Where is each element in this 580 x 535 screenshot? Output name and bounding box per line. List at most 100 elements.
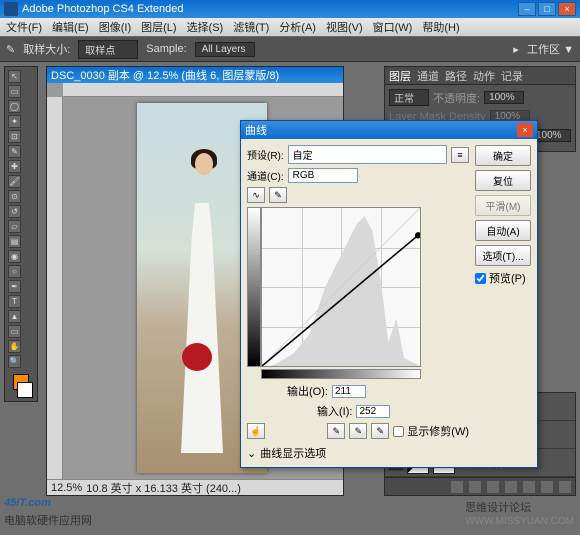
curves-titlebar[interactable]: 曲线 ×: [241, 121, 537, 139]
channel-select[interactable]: RGB: [288, 168, 358, 183]
target-adjust-icon[interactable]: ☝: [247, 423, 265, 439]
menu-select[interactable]: 选择(S): [187, 19, 224, 35]
panel-collapse-icon[interactable]: ▸: [509, 42, 523, 56]
adjustment-icon[interactable]: [505, 481, 517, 493]
menu-edit[interactable]: 编辑(E): [52, 19, 89, 35]
fx-icon[interactable]: [469, 481, 481, 493]
watermark-left: 45iT.com 电脑软硬件应用网: [4, 493, 92, 529]
opacity-label: 不透明度:: [433, 90, 480, 106]
tab-channels[interactable]: 通道: [417, 68, 439, 84]
watermark-right: 思维设计论坛 WWW.MISSYUAN.COM: [465, 499, 574, 527]
curves-dialog: 曲线 × 预设(R): 自定 ≡ 通道(C): RGB ∿ ✎: [240, 120, 538, 468]
curves-title: 曲线: [245, 122, 267, 138]
shape-tool[interactable]: ▭: [8, 325, 21, 338]
show-clipping-checkbox[interactable]: 显示修剪(W): [393, 423, 469, 439]
opacity-input[interactable]: 100%: [484, 91, 524, 104]
curves-close-button[interactable]: ×: [517, 123, 533, 137]
preset-select[interactable]: 自定: [288, 145, 447, 164]
white-point-eyedropper[interactable]: ✎: [371, 423, 389, 439]
document-title: DSC_0030 副本 @ 12.5% (曲线 6, 图层蒙版/8): [51, 67, 279, 83]
sample-size-label: 取样大小:: [23, 41, 70, 57]
document-titlebar[interactable]: DSC_0030 副本 @ 12.5% (曲线 6, 图层蒙版/8): [47, 67, 343, 83]
brush-tool[interactable]: 🖌: [8, 175, 21, 188]
type-tool[interactable]: T: [8, 295, 21, 308]
zoom-level[interactable]: 12.5%: [51, 482, 82, 494]
app-titlebar: Adobe Photozhop CS4 Extended – □ ×: [0, 0, 580, 18]
app-title: Adobe Photozhop CS4 Extended: [22, 3, 183, 15]
chevron-icon: ⌄: [247, 447, 256, 460]
menubar: 文件(F) 编辑(E) 图像(I) 图层(L) 选择(S) 滤镜(T) 分析(A…: [0, 18, 580, 36]
blur-tool[interactable]: ◉: [8, 250, 21, 263]
tab-history[interactable]: 记录: [501, 68, 523, 84]
input-label: 输入(I):: [317, 403, 352, 419]
eraser-tool[interactable]: ▱: [8, 220, 21, 233]
menu-file[interactable]: 文件(F): [6, 19, 42, 35]
path-select-tool[interactable]: ▲: [8, 310, 21, 323]
curves-graph[interactable]: [261, 207, 421, 367]
mask-icon[interactable]: [487, 481, 499, 493]
preset-menu-icon[interactable]: ≡: [451, 147, 469, 163]
ruler-vertical: [47, 97, 63, 479]
eyedropper-tool[interactable]: ✎: [8, 145, 21, 158]
zoom-tool[interactable]: 🔍: [8, 355, 21, 368]
wand-tool[interactable]: ✦: [8, 115, 21, 128]
tab-paths[interactable]: 路径: [445, 68, 467, 84]
close-button[interactable]: ×: [558, 2, 576, 16]
menu-view[interactable]: 视图(V): [326, 19, 363, 35]
workspace-switcher[interactable]: 工作区 ▼: [527, 41, 574, 57]
curve-display-disclosure[interactable]: ⌄ 曲线显示选项: [247, 445, 469, 461]
link-layers-icon[interactable]: [451, 481, 463, 493]
dodge-tool[interactable]: ○: [8, 265, 21, 278]
gray-point-eyedropper[interactable]: ✎: [349, 423, 367, 439]
smooth-button[interactable]: 平滑(M): [475, 195, 531, 216]
crop-tool[interactable]: ⊡: [8, 130, 21, 143]
history-brush-tool[interactable]: ↺: [8, 205, 21, 218]
y-gradient: [247, 207, 261, 367]
channel-label: 通道(C):: [247, 168, 284, 183]
ruler-horizontal: [63, 83, 343, 97]
sample-select[interactable]: All Layers: [195, 42, 255, 57]
minimize-button[interactable]: –: [518, 2, 536, 16]
output-input[interactable]: [332, 385, 366, 398]
gradient-tool[interactable]: ▤: [8, 235, 21, 248]
input-input[interactable]: [356, 405, 390, 418]
curve-line[interactable]: [262, 208, 420, 366]
tab-layers[interactable]: 图层: [389, 68, 411, 84]
menu-filter[interactable]: 滤镜(T): [233, 19, 269, 35]
app-icon: [4, 2, 18, 16]
eyedropper-icon: ✎: [6, 43, 15, 56]
black-point-eyedropper[interactable]: ✎: [327, 423, 345, 439]
lasso-tool[interactable]: ◯: [8, 100, 21, 113]
cancel-button[interactable]: 复位: [475, 170, 531, 191]
move-tool[interactable]: ↖: [8, 70, 21, 83]
hand-tool[interactable]: ✋: [8, 340, 21, 353]
layers-bottombar: [385, 477, 575, 495]
new-layer-icon[interactable]: [541, 481, 553, 493]
pen-tool[interactable]: ✒: [8, 280, 21, 293]
preview-checkbox[interactable]: 预览(P): [475, 270, 531, 286]
menu-window[interactable]: 窗口(W): [373, 19, 413, 35]
toolbox: ↖ ▭ ◯ ✦ ⊡ ✎ ✚ 🖌 ⊙ ↺ ▱ ▤ ◉ ○ ✒ T ▲ ▭ ✋ 🔍: [4, 66, 38, 402]
menu-image[interactable]: 图像(I): [99, 19, 131, 35]
curve-pencil-tool[interactable]: ✎: [269, 187, 287, 203]
trash-icon[interactable]: [559, 481, 571, 493]
options-button[interactable]: 选项(T)...: [475, 245, 531, 266]
curve-point-tool[interactable]: ∿: [247, 187, 265, 203]
auto-button[interactable]: 自动(A): [475, 220, 531, 241]
maximize-button[interactable]: □: [538, 2, 556, 16]
group-icon[interactable]: [523, 481, 535, 493]
menu-layer[interactable]: 图层(L): [141, 19, 176, 35]
background-swatch[interactable]: [17, 382, 33, 398]
marquee-tool[interactable]: ▭: [8, 85, 21, 98]
tab-actions[interactable]: 动作: [473, 68, 495, 84]
blend-mode-select[interactable]: 正常: [389, 89, 429, 106]
image-content: [157, 143, 247, 463]
x-gradient: [261, 369, 421, 379]
menu-help[interactable]: 帮助(H): [422, 19, 459, 35]
stamp-tool[interactable]: ⊙: [8, 190, 21, 203]
workspace: ↖ ▭ ◯ ✦ ⊡ ✎ ✚ 🖌 ⊙ ↺ ▱ ▤ ◉ ○ ✒ T ▲ ▭ ✋ 🔍 …: [0, 62, 580, 535]
ok-button[interactable]: 确定: [475, 145, 531, 166]
heal-tool[interactable]: ✚: [8, 160, 21, 173]
menu-analysis[interactable]: 分析(A): [279, 19, 316, 35]
sample-size-select[interactable]: 取样点: [78, 40, 138, 59]
